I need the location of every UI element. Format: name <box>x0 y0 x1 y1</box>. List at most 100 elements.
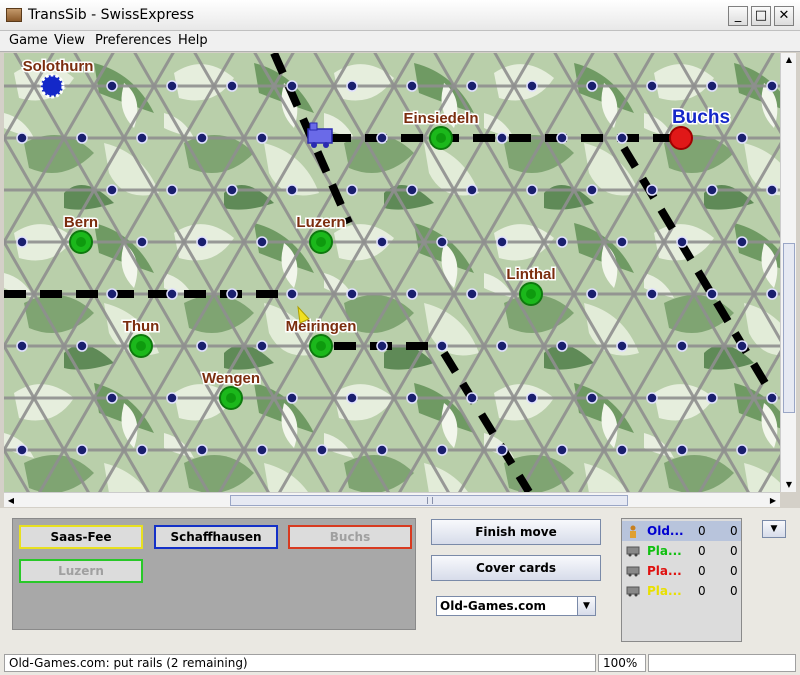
track-node <box>376 132 388 144</box>
track-node <box>466 288 478 300</box>
chevron-down-icon[interactable]: ▼ <box>577 597 595 615</box>
city-marker-core <box>226 393 236 403</box>
scroll-right-icon[interactable]: ▶ <box>766 493 780 508</box>
track-node <box>256 236 268 248</box>
player-score: 0 <box>698 584 706 598</box>
score-row-player-4: Pla... 0 0 <box>622 581 741 601</box>
player-select[interactable]: Old-Games.com ▼ <box>436 596 596 616</box>
track-node <box>16 444 28 456</box>
track-node <box>436 236 448 248</box>
menu-game[interactable]: Game <box>9 33 48 48</box>
track-node <box>76 444 88 456</box>
finish-move-button[interactable]: Finish move <box>431 519 601 545</box>
track-node <box>16 340 28 352</box>
horizontal-scroll-thumb[interactable] <box>230 495 628 506</box>
city-marker-core <box>76 237 86 247</box>
track-node <box>286 288 298 300</box>
score-row-player-2: Pla... 0 0 <box>622 541 741 561</box>
board-background <box>4 53 780 492</box>
horizontal-scrollbar[interactable]: ◀ ▶ <box>4 492 780 507</box>
track-node <box>286 184 298 196</box>
track-node <box>646 392 658 404</box>
train-car-icon <box>626 585 640 597</box>
track-node <box>766 288 778 300</box>
track-node <box>256 444 268 456</box>
track-node <box>616 132 628 144</box>
collapse-panel-button[interactable]: ▼ <box>762 520 786 538</box>
track-node <box>556 236 568 248</box>
city-label: Luzern <box>296 214 345 231</box>
track-node <box>196 236 208 248</box>
track-node <box>616 340 628 352</box>
track-node <box>766 184 778 196</box>
track-node <box>466 184 478 196</box>
track-node <box>436 340 448 352</box>
menu-help[interactable]: Help <box>178 33 208 48</box>
player-name: Pla... <box>647 584 682 598</box>
score-row-player-3: Pla... 0 0 <box>622 561 741 581</box>
track-node <box>106 80 118 92</box>
track-node <box>376 340 388 352</box>
card-saas-fee[interactable]: Saas-Fee <box>19 525 143 549</box>
board-canvas[interactable]: Solothurn Einsiedeln Buchs Bern Luzern Lintha… <box>4 53 780 492</box>
scroll-down-icon[interactable]: ▼ <box>781 478 797 492</box>
minimize-button[interactable]: _ <box>728 6 748 26</box>
track-node <box>676 340 688 352</box>
city-label: Bern <box>64 214 98 231</box>
city-marker-icon <box>39 73 65 99</box>
track-node <box>166 288 178 300</box>
maximize-button[interactable]: □ <box>751 6 771 26</box>
vertical-scrollbar[interactable]: ▲ ▼ <box>780 53 796 492</box>
game-board[interactable]: Solothurn Einsiedeln Buchs Bern Luzern Lintha… <box>4 53 780 492</box>
track-node <box>526 80 538 92</box>
track-node <box>346 288 358 300</box>
track-node <box>286 80 298 92</box>
menu-view[interactable]: View <box>54 33 85 48</box>
vertical-scroll-thumb[interactable] <box>783 243 795 413</box>
track-node <box>316 444 328 456</box>
track-node <box>766 392 778 404</box>
track-node <box>466 80 478 92</box>
title-bar: TransSib - SwissExpress _ □ ✕ <box>0 0 800 31</box>
track-node <box>286 392 298 404</box>
card-luzern[interactable]: Luzern <box>19 559 143 583</box>
track-node <box>136 236 148 248</box>
city-marker-core <box>316 237 326 247</box>
card-buchs[interactable]: Buchs <box>288 525 412 549</box>
track-node <box>76 340 88 352</box>
track-node <box>346 392 358 404</box>
player-name: Old... <box>647 524 684 538</box>
city-marker-core <box>136 341 146 351</box>
track-node <box>16 132 28 144</box>
city-label: Einsiedeln <box>403 110 478 127</box>
scroll-up-icon[interactable]: ▲ <box>781 53 797 67</box>
player-select-value: Old-Games.com <box>440 599 547 613</box>
city-label: Meiringen <box>286 318 357 335</box>
track-node <box>196 132 208 144</box>
player-score: 0 <box>698 524 706 538</box>
track-node <box>346 80 358 92</box>
track-node <box>736 236 748 248</box>
track-node <box>586 184 598 196</box>
player-name: Pla... <box>647 564 682 578</box>
menu-preferences[interactable]: Preferences <box>95 33 171 48</box>
track-node <box>466 392 478 404</box>
city-marker-core <box>526 289 536 299</box>
track-node <box>496 132 508 144</box>
track-node <box>736 132 748 144</box>
scroll-left-icon[interactable]: ◀ <box>4 493 18 508</box>
city-label: Thun <box>123 318 160 335</box>
track-node <box>586 288 598 300</box>
track-node <box>676 236 688 248</box>
track-node <box>736 340 748 352</box>
track-node <box>646 288 658 300</box>
track-node <box>226 288 238 300</box>
track-node <box>166 80 178 92</box>
status-extra <box>648 654 796 672</box>
cover-cards-button[interactable]: Cover cards <box>431 555 601 581</box>
person-icon <box>626 525 640 538</box>
close-button[interactable]: ✕ <box>774 6 794 26</box>
player-name: Pla... <box>647 544 682 558</box>
track-node <box>106 184 118 196</box>
card-schaffhausen[interactable]: Schaffhausen <box>154 525 278 549</box>
